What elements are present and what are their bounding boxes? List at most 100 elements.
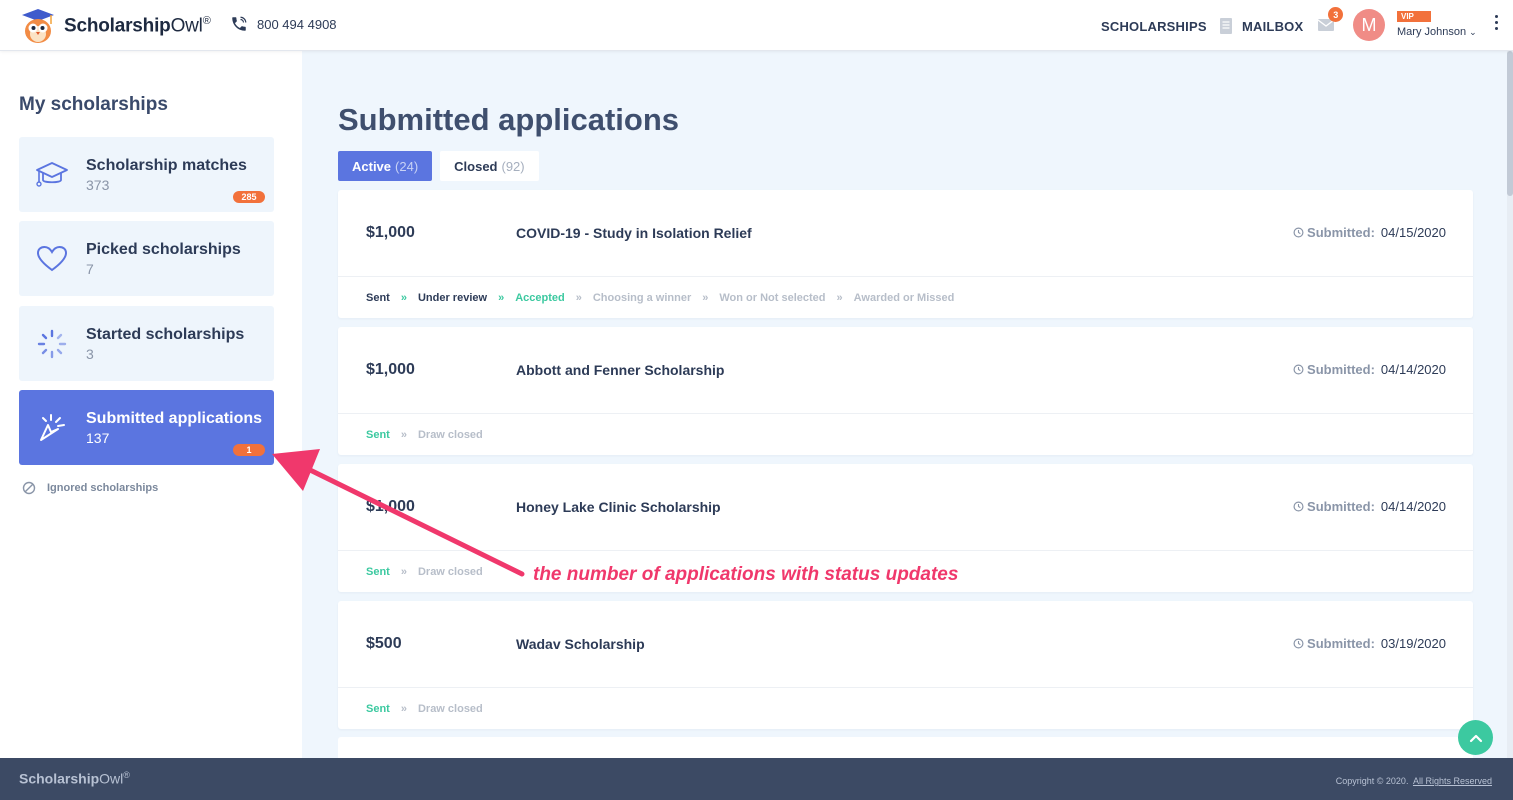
submitted-label: Submitted: bbox=[1307, 225, 1375, 240]
scrollbar[interactable] bbox=[1507, 51, 1513, 758]
submitted-label-wrap: Submitted: bbox=[1293, 362, 1375, 377]
page-title: Submitted applications bbox=[338, 102, 680, 137]
status-separator: » bbox=[400, 429, 407, 441]
tabs: Active (24) Closed (92) bbox=[338, 151, 539, 181]
submitted-date-value: 04/15/2020 bbox=[1380, 225, 1446, 240]
submitted-date-value: 03/19/2020 bbox=[1380, 636, 1446, 651]
nav-scholarships-link[interactable]: SCHOLARSHIPS bbox=[1101, 17, 1233, 35]
status-timeline: Sent » Draw closed bbox=[366, 703, 483, 715]
submitted-date-value: 04/14/2020 bbox=[1380, 362, 1446, 377]
submitted-date-value: 04/14/2020 bbox=[1380, 499, 1446, 514]
award-amount: $1,000 bbox=[366, 361, 415, 378]
status-step-current: Sent bbox=[366, 429, 390, 441]
submitted-date: Submitted: 03/19/2020 bbox=[1293, 636, 1446, 651]
status-step: Draw closed bbox=[417, 703, 483, 715]
footer-logo-bold: Scholarship bbox=[19, 770, 100, 787]
phone-icon bbox=[232, 16, 247, 31]
nav-mailbox-link[interactable]: MAILBOX 3 bbox=[1242, 7, 1344, 35]
rights-link[interactable]: All Rights Reserved bbox=[1413, 776, 1492, 786]
tab-count: (92) bbox=[501, 158, 525, 174]
phone-number: 800 494 4908 bbox=[257, 16, 337, 32]
footer-logo-light: Owl bbox=[99, 770, 124, 787]
sidebar-item-picked-scholarships[interactable]: Picked scholarships 7 bbox=[19, 221, 274, 296]
award-amount: $500 bbox=[366, 635, 402, 652]
status-timeline: Sent » Draw closed bbox=[366, 429, 483, 441]
application-card[interactable]: $1,000 Abbott and Fenner Scholarship Sub… bbox=[338, 327, 1473, 455]
logo-text: ScholarshipOwl® bbox=[64, 15, 211, 37]
clock-icon bbox=[1293, 638, 1304, 649]
logo-registered: ® bbox=[202, 14, 211, 27]
status-separator: » bbox=[498, 292, 505, 304]
award-amount: $1,000 bbox=[366, 498, 415, 515]
submitted-label-wrap: Submitted: bbox=[1293, 225, 1375, 240]
sidebar-item-count: 373 bbox=[86, 177, 110, 193]
more-menu-icon[interactable] bbox=[1493, 15, 1499, 30]
cursor-click-icon bbox=[35, 412, 69, 444]
sidebar-item-scholarship-matches[interactable]: Scholarship matches 373 285 bbox=[19, 137, 274, 212]
tab-count: (24) bbox=[395, 158, 419, 174]
status-step: Choosing a winner bbox=[592, 292, 692, 304]
status-step: Sent bbox=[366, 292, 390, 304]
award-amount: $1,000 bbox=[366, 224, 415, 241]
status-step: Won or Not selected bbox=[719, 292, 826, 304]
phone-contact[interactable]: 800 494 4908 bbox=[230, 15, 337, 33]
status-separator: » bbox=[836, 292, 843, 304]
status-step-current: Sent bbox=[366, 703, 390, 715]
footer-logo[interactable]: ScholarshipOwl® bbox=[19, 770, 130, 787]
nav-mailbox-label: MAILBOX bbox=[1242, 18, 1304, 34]
user-menu[interactable]: Mary Johnson ⌄ bbox=[1397, 26, 1477, 38]
status-step-current: Accepted bbox=[515, 292, 565, 304]
sidebar-item-label: Started scholarships bbox=[86, 326, 245, 343]
divider bbox=[338, 413, 1473, 414]
submitted-label: Submitted: bbox=[1307, 636, 1375, 651]
scholarship-name[interactable]: Abbott and Fenner Scholarship bbox=[516, 362, 724, 378]
mail-count-badge: 3 bbox=[1328, 7, 1344, 22]
status-separator: » bbox=[575, 292, 582, 304]
application-card-partial[interactable] bbox=[338, 737, 1473, 758]
clock-icon bbox=[1293, 227, 1304, 238]
ban-icon bbox=[22, 481, 36, 495]
application-card[interactable]: $500 Wadav Scholarship Submitted: 03/19/… bbox=[338, 601, 1473, 729]
new-matches-badge: 285 bbox=[233, 191, 265, 203]
ignored-label: Ignored scholarships bbox=[47, 482, 159, 494]
tab-label: Active bbox=[352, 158, 392, 174]
main-content: Submitted applications Active (24) Closed… bbox=[302, 51, 1513, 758]
sidebar-item-submitted-applications[interactable]: Submitted applications 137 1 bbox=[19, 390, 274, 465]
ignored-scholarships-link[interactable]: Ignored scholarships bbox=[22, 481, 158, 495]
clock-icon bbox=[1293, 364, 1304, 375]
nav-scholarships-label: SCHOLARSHIPS bbox=[1101, 18, 1207, 34]
copyright-text: Copyright © 2020. bbox=[1335, 776, 1409, 786]
sidebar-item-label: Scholarship matches bbox=[86, 157, 247, 174]
sidebar-title: My scholarships bbox=[19, 94, 168, 115]
scrollbar-thumb[interactable] bbox=[1507, 51, 1513, 196]
sidebar-item-count: 137 bbox=[86, 430, 110, 446]
footer-logo-registered: ® bbox=[123, 770, 130, 780]
sidebar-item-label: Submitted applications bbox=[86, 410, 263, 427]
scholarship-name[interactable]: Honey Lake Clinic Scholarship bbox=[516, 499, 721, 515]
submitted-date: Submitted: 04/14/2020 bbox=[1293, 362, 1446, 377]
tab-label: Closed bbox=[454, 158, 498, 174]
graduation-cap-icon bbox=[35, 159, 69, 191]
sidebar: My scholarships Scholarship matches 373 … bbox=[0, 51, 302, 758]
avatar[interactable]: M bbox=[1353, 9, 1385, 41]
status-separator: » bbox=[400, 566, 407, 578]
divider bbox=[338, 687, 1473, 688]
application-card[interactable]: $1,000 COVID-19 - Study in Isolation Rel… bbox=[338, 190, 1473, 318]
spinner-icon bbox=[35, 328, 69, 360]
tab-active[interactable]: Active (24) bbox=[338, 151, 433, 181]
status-step: Draw closed bbox=[417, 566, 483, 578]
chevron-down-icon: ⌄ bbox=[1469, 27, 1477, 37]
status-separator: » bbox=[400, 292, 407, 304]
submitted-date: Submitted: 04/14/2020 bbox=[1293, 499, 1446, 514]
scholarship-name[interactable]: Wadav Scholarship bbox=[516, 636, 645, 652]
sidebar-item-count: 3 bbox=[86, 346, 94, 362]
tab-closed[interactable]: Closed (92) bbox=[440, 151, 539, 181]
logo[interactable]: ScholarshipOwl® bbox=[18, 6, 211, 46]
status-step-current: Sent bbox=[366, 566, 390, 578]
footer: ScholarshipOwl® Copyright © 2020. All Ri… bbox=[0, 758, 1513, 800]
scholarship-name[interactable]: COVID-19 - Study in Isolation Relief bbox=[516, 225, 752, 241]
sidebar-item-started-scholarships[interactable]: Started scholarships 3 bbox=[19, 306, 274, 381]
status-timeline: Sent » Under review » Accepted » Choosin… bbox=[366, 292, 954, 304]
submitted-label-wrap: Submitted: bbox=[1293, 636, 1375, 651]
scroll-to-top-button[interactable] bbox=[1458, 720, 1493, 755]
